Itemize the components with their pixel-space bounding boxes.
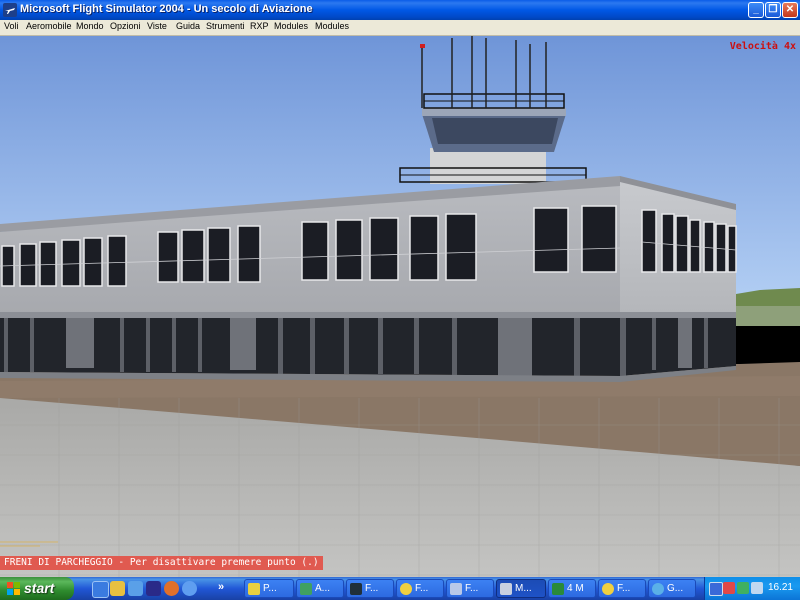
chat-icon bbox=[652, 583, 664, 595]
folder-icon bbox=[602, 583, 614, 595]
desktop-icon[interactable] bbox=[128, 581, 143, 596]
parking-brake-message: FRENI DI PARCHEGGIO - Per disattivare pr… bbox=[0, 556, 323, 570]
firefox-icon[interactable] bbox=[164, 581, 179, 596]
media-icon[interactable] bbox=[146, 581, 161, 596]
plane-icon bbox=[450, 583, 462, 595]
task-button-g[interactable]: G... bbox=[648, 579, 696, 598]
task-button-f1[interactable]: F... bbox=[346, 579, 394, 598]
plane-icon bbox=[300, 583, 312, 595]
tray-security-icon[interactable] bbox=[723, 582, 735, 594]
sim-rate-indicator: Velocità 4x bbox=[729, 41, 796, 52]
app-icon bbox=[3, 3, 17, 17]
folder-icon bbox=[400, 583, 412, 595]
paint-icon bbox=[248, 583, 260, 595]
airport-terminal-scene bbox=[0, 36, 800, 577]
task-button-f4[interactable]: F... bbox=[598, 579, 646, 598]
window-title: Microsoft Flight Simulator 2004 - Un sec… bbox=[20, 3, 313, 15]
clock[interactable]: 16.21 bbox=[768, 582, 793, 593]
menu-strumenti[interactable]: Strumenti bbox=[206, 21, 245, 31]
quick-launch-overflow[interactable]: » bbox=[218, 581, 224, 593]
window-title-bar[interactable]: Microsoft Flight Simulator 2004 - Un sec… bbox=[0, 0, 800, 20]
menu-viste[interactable]: Viste bbox=[147, 21, 167, 31]
task-button-f2[interactable]: F... bbox=[396, 579, 444, 598]
menu-modules-1[interactable]: Modules bbox=[274, 21, 308, 31]
menu-opzioni[interactable]: Opzioni bbox=[110, 21, 141, 31]
ie-icon[interactable] bbox=[92, 581, 109, 598]
excel-icon bbox=[552, 583, 564, 595]
minimize-button[interactable]: _ bbox=[748, 2, 764, 18]
maximize-button[interactable]: ❐ bbox=[765, 2, 781, 18]
start-button[interactable]: start bbox=[0, 577, 74, 600]
close-button[interactable]: ✕ bbox=[782, 2, 798, 18]
fs-icon bbox=[500, 583, 512, 595]
menu-aeromobile[interactable]: Aeromobile bbox=[26, 21, 72, 31]
task-button-paint[interactable]: P... bbox=[244, 579, 294, 598]
start-label: start bbox=[24, 580, 55, 596]
menu-voli[interactable]: Voli bbox=[4, 21, 19, 31]
windows-logo-icon bbox=[7, 582, 20, 595]
task-button-a[interactable]: A... bbox=[296, 579, 344, 598]
search-icon[interactable] bbox=[182, 581, 197, 596]
outlook-icon[interactable] bbox=[110, 581, 125, 596]
menu-modules-2[interactable]: Modules bbox=[315, 21, 349, 31]
menu-mondo[interactable]: Mondo bbox=[76, 21, 104, 31]
menu-guida[interactable]: Guida bbox=[176, 21, 200, 31]
taskbar: start » P... A... F... F... F... M... 4 … bbox=[0, 577, 800, 600]
tray-volume-icon[interactable] bbox=[751, 582, 763, 594]
folder-icon bbox=[350, 583, 362, 595]
system-tray: 16.21 bbox=[704, 577, 800, 600]
menu-rxp[interactable]: RXP bbox=[250, 21, 269, 31]
simulator-viewport[interactable]: Velocità 4x FRENI DI PARCHEGGIO - Per di… bbox=[0, 36, 800, 577]
task-button-flight-simulator[interactable]: M... bbox=[496, 579, 546, 598]
task-button-f3[interactable]: F... bbox=[446, 579, 494, 598]
task-button-excel-group[interactable]: 4 M bbox=[548, 579, 596, 598]
tray-arrow-icon[interactable] bbox=[709, 582, 723, 596]
menu-bar: Voli Aeromobile Mondo Opzioni Viste Guid… bbox=[0, 20, 800, 36]
tray-network-icon[interactable] bbox=[737, 582, 749, 594]
